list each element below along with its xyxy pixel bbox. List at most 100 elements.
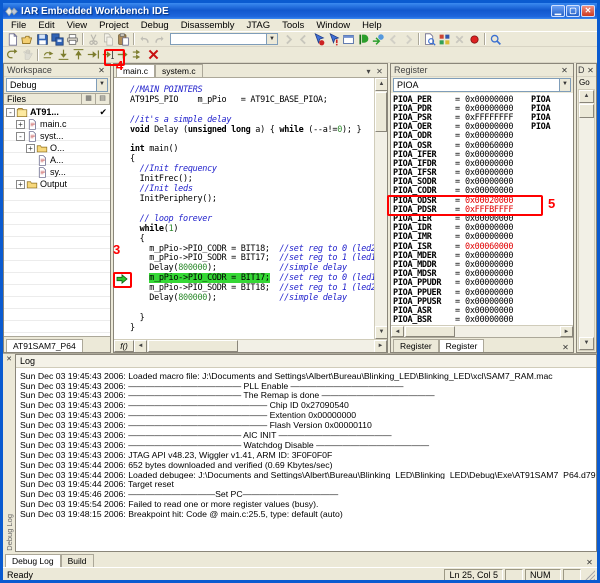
register-tab[interactable]: Register: [439, 339, 485, 352]
tree-item-o-[interactable]: +O...: [4, 142, 110, 154]
column-icon[interactable]: ▦: [82, 94, 96, 104]
save-all-icon[interactable]: [51, 33, 64, 46]
cut-icon[interactable]: [87, 33, 100, 46]
break-icon[interactable]: [21, 48, 34, 61]
function-list-button[interactable]: f(): [114, 340, 134, 352]
resize-grip[interactable]: [583, 569, 595, 581]
undo-icon[interactable]: [138, 33, 151, 46]
reset-icon[interactable]: [6, 48, 19, 61]
breakpoint-ball-icon[interactable]: [468, 33, 481, 46]
chevron-down-icon[interactable]: ▼: [266, 34, 277, 44]
disassembly-scrollbar[interactable]: ▲ ▼: [578, 89, 595, 351]
scroll-right-icon[interactable]: ►: [560, 326, 573, 337]
find-previous-icon[interactable]: [297, 33, 310, 46]
debugger-search-icon[interactable]: [489, 33, 502, 46]
find-input[interactable]: [171, 34, 266, 44]
maximize-button[interactable]: ▢: [566, 5, 580, 17]
go-icon[interactable]: [117, 48, 130, 61]
disassembly-close-icon[interactable]: ✕: [586, 65, 595, 75]
paste-icon[interactable]: [117, 33, 130, 46]
document-close-icon[interactable]: ✕: [374, 67, 385, 76]
editor-tab-main-c[interactable]: main.c: [116, 64, 155, 77]
menu-item-view[interactable]: View: [61, 20, 93, 31]
stop-debugging-icon[interactable]: [147, 48, 160, 61]
workspace-close-icon[interactable]: ✕: [96, 65, 107, 75]
register-tab[interactable]: Register: [393, 339, 439, 352]
batch-build-icon[interactable]: [438, 33, 451, 46]
tree-item-at91-[interactable]: -AT91...✔: [4, 106, 110, 118]
menu-item-debug[interactable]: Debug: [135, 20, 175, 31]
scroll-left-icon[interactable]: ◄: [391, 326, 404, 337]
menu-item-project[interactable]: Project: [93, 20, 135, 31]
workspace-project-tab[interactable]: AT91SAM7_P64: [6, 339, 83, 352]
save-icon[interactable]: [36, 33, 49, 46]
toggle-breakpoint-icon[interactable]: [312, 33, 325, 46]
scroll-right-icon[interactable]: ►: [374, 340, 387, 353]
scroll-thumb[interactable]: [405, 326, 455, 337]
scroll-down-icon[interactable]: ▼: [375, 326, 387, 339]
step-over-icon[interactable]: [42, 48, 55, 61]
workspace-target-dropdown[interactable]: Debug ▼: [6, 78, 108, 92]
scroll-up-icon[interactable]: ▲: [375, 78, 387, 91]
scroll-thumb[interactable]: [579, 104, 594, 118]
window-menu-icon[interactable]: ▾: [363, 67, 374, 76]
register-tabs-close-icon[interactable]: ✕: [560, 342, 571, 352]
tree-expander-icon[interactable]: +: [26, 144, 35, 153]
scroll-left-icon[interactable]: ◄: [134, 340, 147, 353]
run-to-cursor-icon[interactable]: [102, 48, 115, 61]
find-combobox[interactable]: ▼: [170, 33, 278, 45]
editor-horizontal-scrollbar[interactable]: f() ◄ ►: [114, 339, 387, 352]
redo-icon[interactable]: [153, 33, 166, 46]
bottom-tab-build[interactable]: Build: [61, 554, 94, 567]
tree-expander-icon[interactable]: +: [16, 120, 25, 129]
register-horizontal-scrollbar[interactable]: ◄ ►: [391, 325, 573, 337]
tree-expander-icon[interactable]: -: [16, 132, 25, 141]
new-file-icon[interactable]: [6, 33, 19, 46]
menu-item-tools[interactable]: Tools: [276, 20, 310, 31]
next-statement-icon[interactable]: [87, 48, 100, 61]
scroll-thumb[interactable]: [148, 340, 238, 352]
editor-tab-system-c[interactable]: system.c: [155, 64, 203, 77]
step-into-icon[interactable]: [57, 48, 70, 61]
scroll-thumb[interactable]: [375, 92, 387, 132]
breakpoints-window-icon[interactable]: [342, 33, 355, 46]
scroll-down-icon[interactable]: ▼: [579, 337, 594, 350]
copy-icon[interactable]: [102, 33, 115, 46]
register-row[interactable]: PIOA_BSR=0x00000000: [393, 316, 573, 325]
minimize-button[interactable]: ▁: [551, 5, 565, 17]
log-close-icon[interactable]: ✕: [4, 355, 14, 364]
scroll-up-icon[interactable]: ▲: [579, 90, 594, 103]
previous-error-icon[interactable]: [387, 33, 400, 46]
files-header-label[interactable]: Files: [4, 94, 82, 104]
next-error-icon[interactable]: [402, 33, 415, 46]
enable-breakpoint-icon[interactable]: [327, 33, 340, 46]
find-next-icon[interactable]: [282, 33, 295, 46]
tree-item-output[interactable]: +Output: [4, 178, 110, 190]
tree-item-sy-[interactable]: +sy...: [4, 166, 110, 178]
close-button[interactable]: ✕: [581, 5, 595, 17]
menu-item-edit[interactable]: Edit: [32, 20, 60, 31]
tree-item-syst-[interactable]: -syst...: [4, 130, 110, 142]
register-group-dropdown[interactable]: PIOA ▼: [393, 78, 571, 92]
menu-item-help[interactable]: Help: [356, 20, 388, 31]
tree-expander-icon[interactable]: -: [6, 108, 15, 117]
log-vertical-tab[interactable]: Debug Log: [5, 514, 14, 551]
step-out-icon[interactable]: [72, 48, 85, 61]
code-area[interactable]: //MAIN POINTERSAT91PS_PIO m_pPio = AT91C…: [114, 78, 374, 339]
make-icon[interactable]: [357, 33, 370, 46]
chevron-down-icon[interactable]: ▼: [96, 79, 107, 91]
open-file-icon[interactable]: [21, 33, 34, 46]
tree-expander-icon[interactable]: +: [16, 180, 25, 189]
menu-item-jtag[interactable]: JTAG: [241, 20, 277, 31]
bottom-tab-debug-log[interactable]: Debug Log: [5, 554, 61, 567]
tree-item-a-[interactable]: +A...: [4, 154, 110, 166]
menu-item-window[interactable]: Window: [310, 20, 356, 31]
editor-vertical-scrollbar[interactable]: ▲ ▼: [374, 78, 387, 339]
column-icon[interactable]: ▤: [96, 94, 110, 104]
menu-item-file[interactable]: File: [5, 20, 32, 31]
bottom-tabs-close-icon[interactable]: ✕: [584, 557, 595, 567]
multi-step-icon[interactable]: [132, 48, 145, 61]
chevron-down-icon[interactable]: ▼: [559, 79, 570, 91]
tree-item-main-c[interactable]: +main.c: [4, 118, 110, 130]
stop-build-icon[interactable]: [453, 33, 466, 46]
